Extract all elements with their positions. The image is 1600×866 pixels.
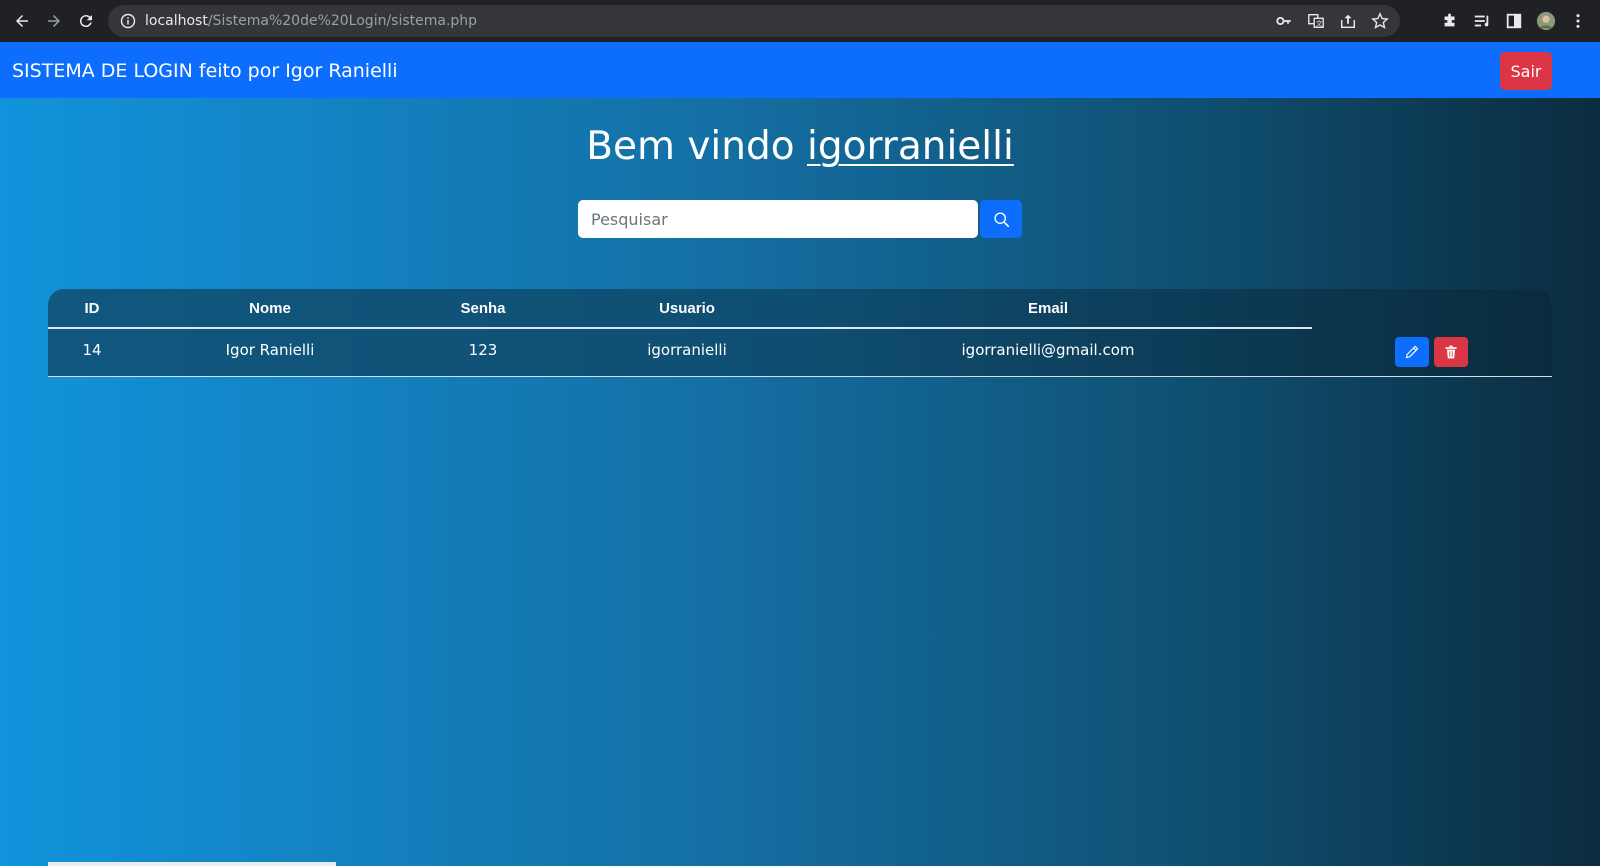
arrow-left-icon — [16, 15, 28, 27]
address-bar[interactable]: localhost/Sistema%20de%20Login/sistema.p… — [108, 5, 1400, 37]
delete-button[interactable] — [1434, 337, 1468, 367]
cell-id: 14 — [82, 341, 102, 359]
horizontal-scrollbar[interactable] — [48, 862, 336, 866]
search-icon — [993, 211, 1009, 227]
reload-icon — [79, 15, 92, 28]
profile-avatar[interactable] — [1536, 11, 1556, 31]
table-header: ID Nome Senha Usuario Email — [48, 289, 1312, 329]
browser-toolbar: localhost/Sistema%20de%20Login/sistema.p… — [0, 0, 1600, 42]
forward-button[interactable] — [38, 5, 70, 37]
welcome-prefix: Bem vindo — [586, 124, 807, 169]
svg-text:文: 文 — [1316, 19, 1323, 28]
search-input[interactable] — [578, 200, 978, 238]
info-icon[interactable] — [120, 13, 136, 29]
pencil-icon — [1405, 345, 1419, 359]
extensions-icon[interactable] — [1440, 11, 1460, 31]
welcome-username: igorranielli — [807, 124, 1014, 169]
share-icon[interactable] — [1338, 11, 1358, 31]
star-icon[interactable] — [1370, 11, 1390, 31]
header-id: ID — [84, 300, 100, 317]
edit-button[interactable] — [1395, 337, 1429, 367]
key-icon[interactable] — [1274, 11, 1294, 31]
back-button[interactable] — [6, 5, 38, 37]
translate-icon[interactable]: 文 — [1306, 11, 1326, 31]
search-button[interactable] — [980, 200, 1022, 238]
header-email: Email — [1027, 300, 1069, 317]
header-senha: Senha — [460, 300, 506, 317]
logout-button[interactable]: Sair — [1500, 52, 1552, 90]
cell-nome: Igor Ranielli — [225, 341, 315, 359]
url-path: /Sistema%20de%20Login/sistema.php — [207, 13, 478, 29]
app-navbar: SISTEMA DE LOGIN feito por Igor Ranielli — [0, 42, 1600, 98]
reading-list-icon[interactable] — [1472, 11, 1492, 31]
welcome-heading: Bem vindo igorranielli — [0, 124, 1600, 169]
header-usuario: Usuario — [659, 300, 715, 317]
main-content: Bem vindo igorranielli ID Nome Senha Usu… — [0, 98, 1600, 866]
cell-usuario: igorranielli — [647, 341, 727, 359]
url-host: localhost — [145, 13, 208, 29]
navbar-brand[interactable]: SISTEMA DE LOGIN feito por Igor Ranielli — [12, 60, 398, 82]
cell-senha: 123 — [468, 341, 498, 359]
users-table: ID Nome Senha Usuario Email 14 Igor Rani… — [48, 289, 1552, 377]
header-nome: Nome — [249, 300, 291, 317]
arrow-right-icon — [48, 15, 60, 27]
side-panel-icon[interactable] — [1504, 11, 1524, 31]
menu-dots-icon[interactable] — [1568, 11, 1588, 31]
trash-icon — [1445, 345, 1457, 359]
reload-button[interactable] — [70, 5, 102, 37]
cell-email: igorranielli@gmail.com — [961, 341, 1135, 359]
